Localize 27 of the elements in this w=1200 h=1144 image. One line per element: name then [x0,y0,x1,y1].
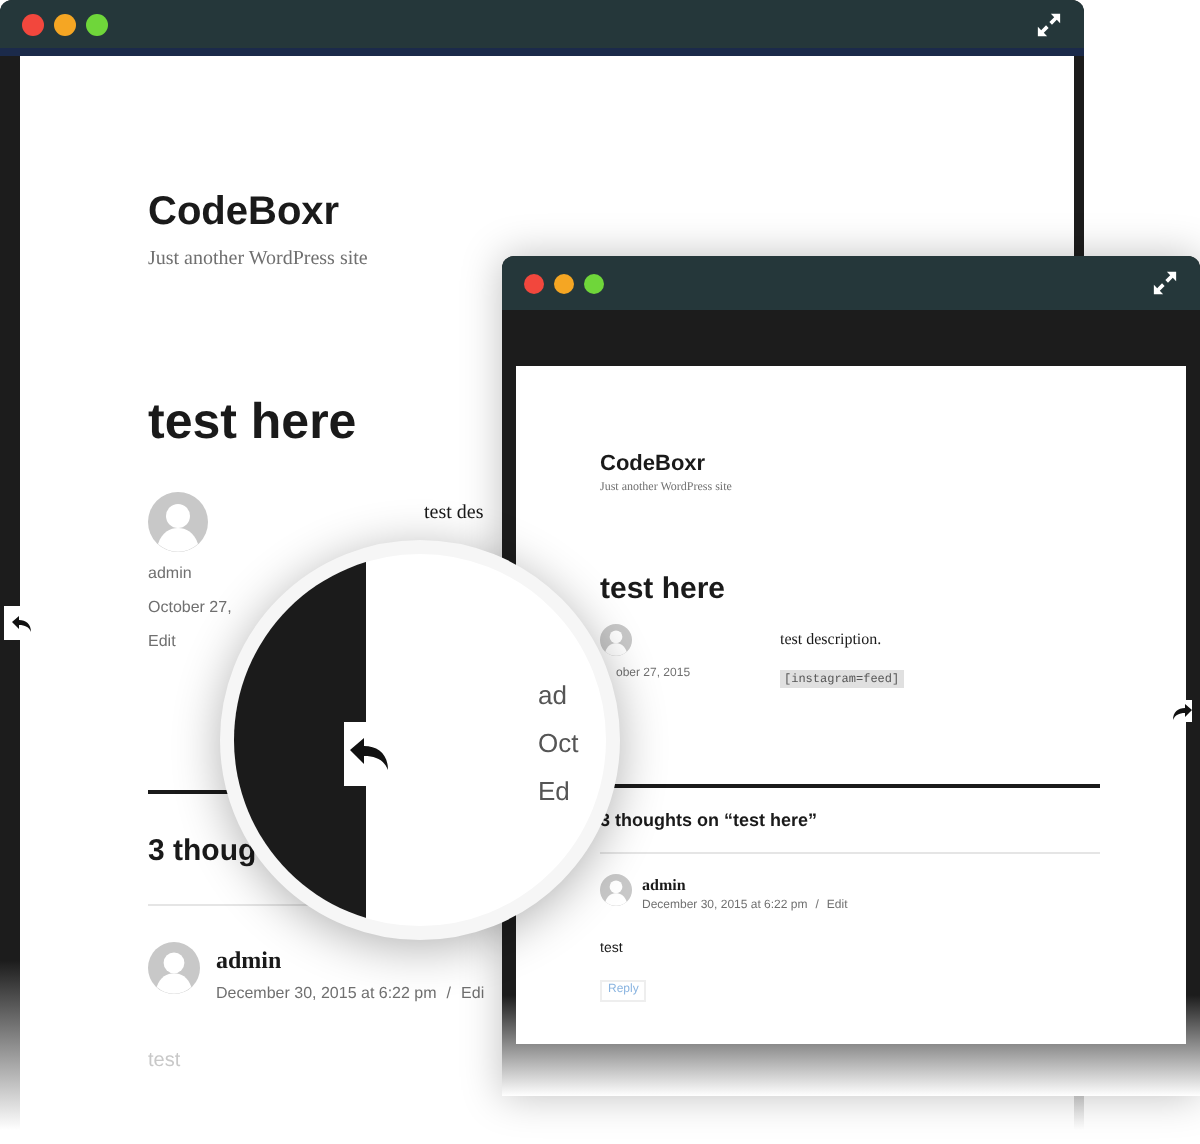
magnified-text: Ed [538,778,572,804]
undo-arrow-icon[interactable] [350,738,390,770]
expand-icon[interactable] [1036,11,1062,37]
magnified-text: ad [538,682,569,708]
avatar-icon [600,624,632,656]
expand-icon[interactable] [1152,270,1178,296]
comments-heading: 3 thoug [148,832,259,872]
separator: / [446,981,452,1005]
post-title: test here [600,574,728,604]
comment-author[interactable]: admin [216,941,485,977]
avatar-icon [148,492,208,552]
post-excerpt: test des [424,500,484,528]
site-title[interactable]: CodeBoxr [148,192,1074,232]
comment-author[interactable]: admin [642,873,848,897]
site-tagline: Just another WordPress site [148,246,370,274]
avatar-icon [600,873,632,905]
post-title: test here [148,398,359,448]
comment-date[interactable]: December 30, 2015 at 6:22 pm [216,981,437,1005]
edit-link[interactable]: Edit [148,630,176,654]
site-title[interactable]: CodeBoxr [600,454,1186,476]
post-author[interactable]: admin [148,562,192,586]
edit-link[interactable]: Edi [461,981,485,1005]
undo-arrow-icon[interactable] [11,615,31,631]
magnified-text: Oct [538,730,579,756]
avatar-icon [148,941,200,993]
post-date[interactable]: October 27, [148,596,232,620]
post-excerpt: test description. [780,628,882,652]
